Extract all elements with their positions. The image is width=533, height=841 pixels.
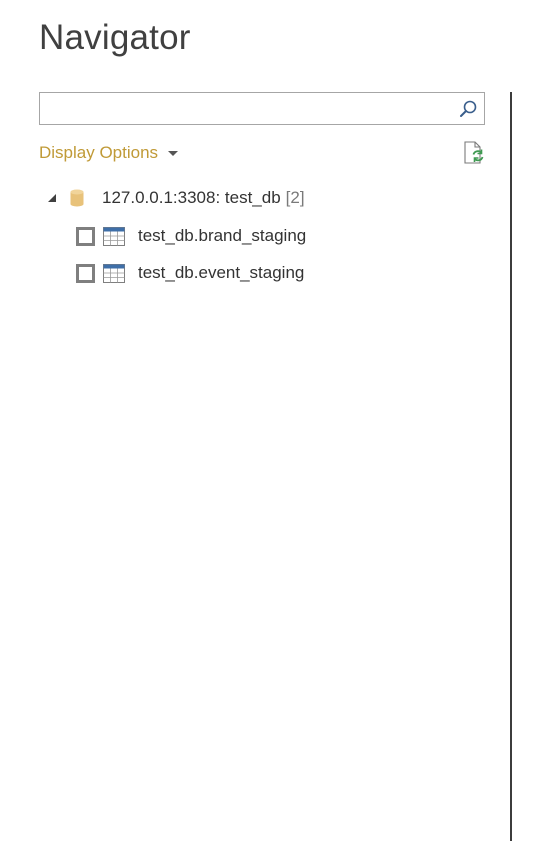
tree-node-table[interactable]: test_db.event_staging: [76, 259, 304, 287]
chevron-down-icon: [168, 150, 179, 156]
display-options-dropdown[interactable]: Display Options: [39, 142, 179, 164]
tree-node-table[interactable]: test_db.brand_staging: [76, 222, 306, 250]
search-icon[interactable]: [458, 99, 478, 119]
table-icon: [103, 226, 125, 246]
table-checkbox[interactable]: [76, 226, 95, 246]
table-label: test_db.brand_staging: [138, 226, 307, 245]
navigator-title: Navigator: [39, 18, 191, 57]
search-box[interactable]: [39, 92, 485, 125]
refresh-document-icon[interactable]: [461, 140, 487, 166]
table-checkbox[interactable]: [76, 263, 95, 283]
table-icon: [103, 263, 125, 283]
display-options-label: Display Options: [39, 143, 159, 162]
database-icon: [70, 189, 84, 207]
database-label: 127.0.0.1:3308: test_db: [102, 188, 281, 207]
table-label: test_db.event_staging: [138, 263, 305, 282]
item-count-badge: [2]: [285, 188, 305, 207]
pane-divider[interactable]: [510, 92, 512, 841]
expand-collapse-icon[interactable]: [46, 192, 58, 204]
search-input[interactable]: [44, 96, 454, 121]
tree-node-database[interactable]: 127.0.0.1:3308: test_db [2]: [46, 184, 305, 212]
